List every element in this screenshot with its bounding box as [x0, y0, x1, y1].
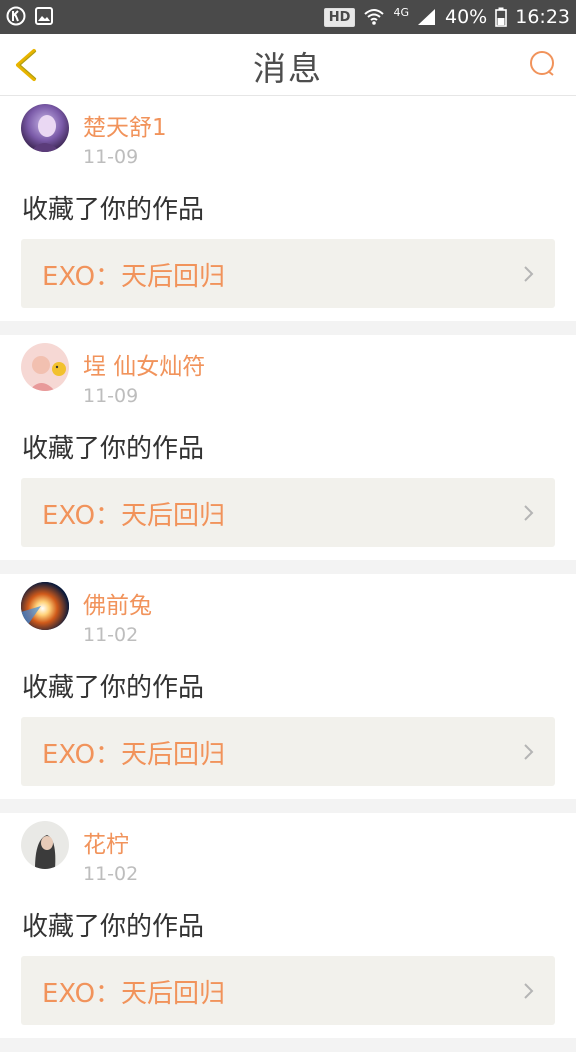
chevron-right-icon [524, 266, 534, 282]
work-link[interactable]: EXO：天后回归 [21, 956, 555, 1025]
chevron-right-icon [524, 744, 534, 760]
status-bar-right: HD 4G 40% 16:23 [323, 0, 570, 34]
username[interactable]: 埕 仙女灿符 [83, 347, 205, 381]
work-title: EXO：天后回归 [42, 262, 226, 292]
message-card: 佛前兔 11-02 收藏了你的作品 EXO：天后回归 [0, 574, 576, 799]
avatar[interactable] [21, 104, 69, 152]
signal-icon [418, 9, 435, 25]
username[interactable]: 佛前兔 [83, 586, 152, 620]
chat-bubble-icon[interactable] [528, 50, 556, 78]
work-title: EXO：天后回归 [42, 740, 226, 770]
battery-percent: 40% [445, 6, 488, 28]
username[interactable]: 花柠 [83, 825, 129, 859]
message-date: 11-09 [83, 146, 139, 168]
message-card: 楚天舒1 11-09 收藏了你的作品 EXO：天后回归 [0, 96, 576, 321]
message-date: 11-02 [83, 863, 139, 885]
work-link[interactable]: EXO：天后回归 [21, 239, 555, 308]
image-icon [35, 7, 53, 25]
app-header: 消息 [0, 34, 576, 96]
message-list: 楚天舒1 11-09 收藏了你的作品 EXO：天后回归 埕 仙女灿符 11-09… [0, 96, 576, 1052]
work-link[interactable]: EXO：天后回归 [21, 717, 555, 786]
avatar[interactable] [21, 582, 69, 630]
message-text: 收藏了你的作品 [22, 195, 205, 225]
avatar[interactable] [21, 343, 69, 391]
network-type: 4G [393, 5, 409, 19]
work-title: EXO：天后回归 [42, 501, 226, 531]
k-app-icon [6, 6, 26, 26]
chevron-right-icon [524, 983, 534, 999]
work-title: EXO：天后回归 [42, 979, 226, 1009]
message-date: 11-02 [83, 624, 139, 646]
status-bar-left [6, 6, 54, 26]
message-card: 埕 仙女灿符 11-09 收藏了你的作品 EXO：天后回归 [0, 335, 576, 560]
battery-icon [495, 7, 508, 27]
chevron-right-icon [524, 505, 534, 521]
status-bar: HD 4G 40% 16:23 [0, 0, 576, 34]
work-link[interactable]: EXO：天后回归 [21, 478, 555, 547]
wifi-icon [364, 9, 385, 25]
clock: 16:23 [515, 6, 570, 28]
username[interactable]: 楚天舒1 [83, 108, 167, 142]
message-date: 11-09 [83, 385, 139, 407]
avatar[interactable] [21, 821, 69, 869]
message-text: 收藏了你的作品 [22, 434, 205, 464]
hd-badge: HD [323, 7, 356, 27]
message-text: 收藏了你的作品 [22, 912, 205, 942]
message-card: 花柠 11-02 收藏了你的作品 EXO：天后回归 [0, 813, 576, 1038]
message-text: 收藏了你的作品 [22, 673, 205, 703]
page-title: 消息 [253, 49, 323, 88]
